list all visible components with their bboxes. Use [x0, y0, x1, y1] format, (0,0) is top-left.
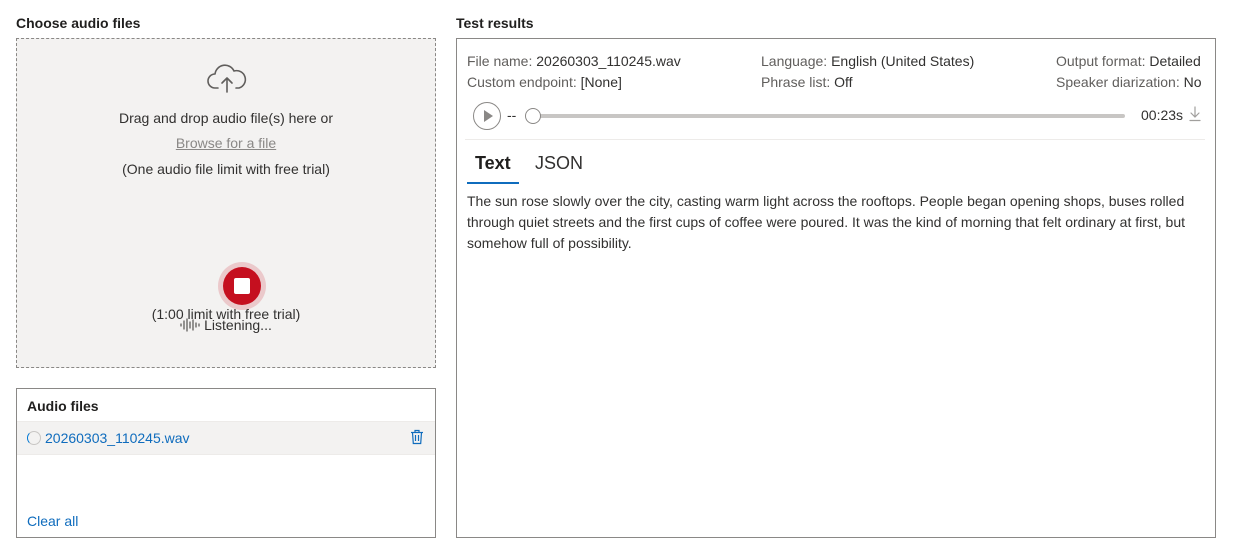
test-results-panel: File name: 20260303_110245.wav Custom en…	[456, 38, 1216, 538]
file-name-label: File name:	[467, 53, 533, 69]
phrase-list-label: Phrase list:	[761, 74, 831, 90]
choose-audio-files-title: Choose audio files	[16, 15, 141, 31]
stop-recording-button[interactable]	[218, 262, 266, 310]
output-format-label: Output format:	[1056, 53, 1146, 69]
language-value: English (United States)	[831, 53, 975, 69]
stop-icon	[223, 267, 261, 305]
download-icon[interactable]	[1189, 106, 1201, 125]
audio-files-panel: Audio files 20260303_110245.wav Clear al…	[16, 388, 436, 538]
file-limit-text: (One audio file limit with free trial)	[122, 161, 330, 177]
player-divider	[465, 139, 1205, 140]
speaker-diarization-meta: Speaker diarization: No	[1056, 74, 1202, 90]
custom-endpoint-label: Custom endpoint:	[467, 74, 577, 90]
phrase-list-value: Off	[834, 74, 853, 90]
language-label: Language:	[761, 53, 828, 69]
audio-file-row[interactable]: 20260303_110245.wav	[17, 421, 435, 455]
custom-endpoint-value: [None]	[580, 74, 622, 90]
transcript-text: The sun rose slowly over the city, casti…	[467, 193, 1186, 251]
current-time: --	[507, 107, 517, 123]
tab-json[interactable]: JSON	[535, 153, 583, 174]
play-icon	[484, 110, 493, 122]
loading-spinner-icon	[27, 431, 41, 445]
clear-all-link[interactable]: Clear all	[27, 513, 78, 529]
browse-file-link[interactable]: Browse for a file	[176, 135, 276, 151]
cloud-upload-icon	[207, 63, 247, 98]
recording-limit-text: (1:00 limit with free trial)	[151, 306, 301, 322]
speaker-diarization-value: No	[1183, 74, 1202, 90]
test-results-title: Test results	[456, 15, 534, 31]
play-button[interactable]	[473, 102, 501, 130]
output-format-meta: Output format: Detailed	[1056, 53, 1201, 69]
tab-selected-indicator	[467, 182, 519, 184]
language-meta: Language: English (United States)	[761, 53, 974, 69]
file-name-meta: File name: 20260303_110245.wav	[467, 53, 681, 69]
delete-icon[interactable]	[410, 429, 424, 448]
audio-duration: 00:23s	[1141, 107, 1184, 123]
upload-drop-zone[interactable]: Drag and drop audio file(s) here or Brow…	[16, 38, 436, 368]
custom-endpoint-meta: Custom endpoint: [None]	[467, 74, 622, 90]
tab-text[interactable]: Text	[475, 153, 511, 174]
phrase-list-meta: Phrase list: Off	[761, 74, 853, 90]
drag-drop-text: Drag and drop audio file(s) here or	[118, 110, 333, 126]
file-name-value: 20260303_110245.wav	[536, 53, 681, 69]
audio-file-name-link[interactable]: 20260303_110245.wav	[45, 430, 190, 446]
audio-progress-slider[interactable]	[525, 108, 1125, 124]
audio-files-title: Audio files	[27, 398, 99, 414]
audio-progress-thumb[interactable]	[525, 108, 541, 124]
speaker-diarization-label: Speaker diarization:	[1056, 74, 1180, 90]
output-format-value: Detailed	[1149, 53, 1201, 69]
